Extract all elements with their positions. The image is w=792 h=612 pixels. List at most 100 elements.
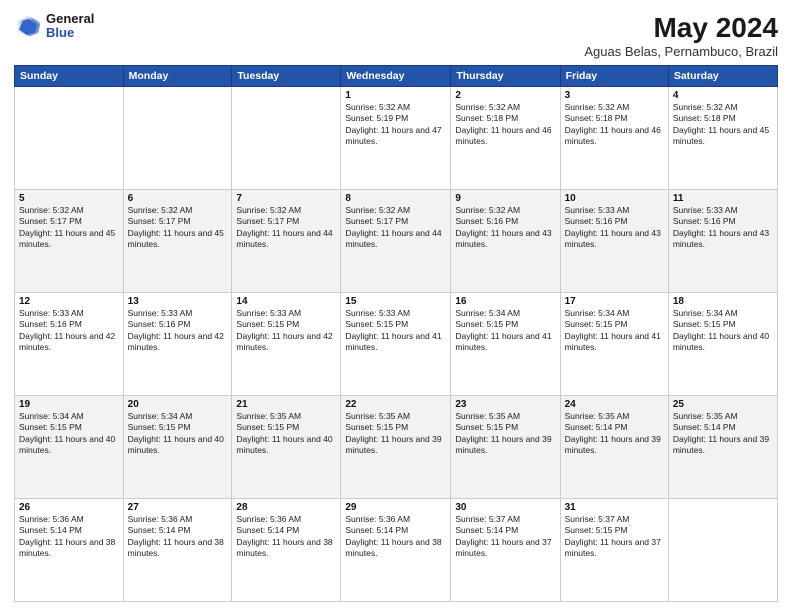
day-number: 30 (455, 502, 555, 513)
day-number: 8 (345, 193, 446, 204)
day-number: 19 (19, 399, 119, 410)
calendar-cell: 19Sunrise: 5:34 AM Sunset: 5:15 PM Dayli… (15, 396, 124, 499)
day-number: 26 (19, 502, 119, 513)
day-number: 10 (565, 193, 664, 204)
day-detail: Sunrise: 5:33 AM Sunset: 5:16 PM Dayligh… (565, 205, 664, 251)
day-number: 15 (345, 296, 446, 307)
day-detail: Sunrise: 5:33 AM Sunset: 5:16 PM Dayligh… (673, 205, 773, 251)
header-row: SundayMondayTuesdayWednesdayThursdayFrid… (15, 66, 778, 87)
calendar-cell: 25Sunrise: 5:35 AM Sunset: 5:14 PM Dayli… (668, 396, 777, 499)
day-number: 9 (455, 193, 555, 204)
day-header: Sunday (15, 66, 124, 87)
calendar-cell: 22Sunrise: 5:35 AM Sunset: 5:15 PM Dayli… (341, 396, 451, 499)
calendar-cell: 26Sunrise: 5:36 AM Sunset: 5:14 PM Dayli… (15, 499, 124, 602)
day-number: 27 (128, 502, 228, 513)
day-detail: Sunrise: 5:32 AM Sunset: 5:17 PM Dayligh… (19, 205, 119, 251)
calendar-week: 19Sunrise: 5:34 AM Sunset: 5:15 PM Dayli… (15, 396, 778, 499)
calendar-week: 12Sunrise: 5:33 AM Sunset: 5:16 PM Dayli… (15, 293, 778, 396)
logo-icon (14, 12, 42, 40)
day-header: Monday (123, 66, 232, 87)
day-header: Thursday (451, 66, 560, 87)
day-detail: Sunrise: 5:34 AM Sunset: 5:15 PM Dayligh… (128, 411, 228, 457)
calendar-cell: 6Sunrise: 5:32 AM Sunset: 5:17 PM Daylig… (123, 190, 232, 293)
calendar-cell: 7Sunrise: 5:32 AM Sunset: 5:17 PM Daylig… (232, 190, 341, 293)
day-detail: Sunrise: 5:36 AM Sunset: 5:14 PM Dayligh… (19, 514, 119, 560)
calendar-cell: 13Sunrise: 5:33 AM Sunset: 5:16 PM Dayli… (123, 293, 232, 396)
day-detail: Sunrise: 5:36 AM Sunset: 5:14 PM Dayligh… (345, 514, 446, 560)
calendar-cell: 2Sunrise: 5:32 AM Sunset: 5:18 PM Daylig… (451, 87, 560, 190)
day-number: 13 (128, 296, 228, 307)
day-detail: Sunrise: 5:36 AM Sunset: 5:14 PM Dayligh… (236, 514, 336, 560)
calendar-cell: 16Sunrise: 5:34 AM Sunset: 5:15 PM Dayli… (451, 293, 560, 396)
day-number: 2 (455, 90, 555, 101)
calendar-cell: 3Sunrise: 5:32 AM Sunset: 5:18 PM Daylig… (560, 87, 668, 190)
day-header: Tuesday (232, 66, 341, 87)
day-header: Wednesday (341, 66, 451, 87)
calendar-cell: 11Sunrise: 5:33 AM Sunset: 5:16 PM Dayli… (668, 190, 777, 293)
day-number: 6 (128, 193, 228, 204)
calendar-cell: 17Sunrise: 5:34 AM Sunset: 5:15 PM Dayli… (560, 293, 668, 396)
calendar-cell: 30Sunrise: 5:37 AM Sunset: 5:14 PM Dayli… (451, 499, 560, 602)
calendar-week: 5Sunrise: 5:32 AM Sunset: 5:17 PM Daylig… (15, 190, 778, 293)
calendar-cell: 29Sunrise: 5:36 AM Sunset: 5:14 PM Dayli… (341, 499, 451, 602)
day-number: 11 (673, 193, 773, 204)
day-number: 1 (345, 90, 446, 101)
day-detail: Sunrise: 5:35 AM Sunset: 5:15 PM Dayligh… (455, 411, 555, 457)
calendar-cell: 31Sunrise: 5:37 AM Sunset: 5:15 PM Dayli… (560, 499, 668, 602)
day-detail: Sunrise: 5:32 AM Sunset: 5:18 PM Dayligh… (565, 102, 664, 148)
day-number: 23 (455, 399, 555, 410)
day-number: 29 (345, 502, 446, 513)
calendar-cell (15, 87, 124, 190)
day-detail: Sunrise: 5:35 AM Sunset: 5:14 PM Dayligh… (673, 411, 773, 457)
logo-blue: Blue (46, 26, 94, 40)
calendar-cell: 27Sunrise: 5:36 AM Sunset: 5:14 PM Dayli… (123, 499, 232, 602)
day-detail: Sunrise: 5:32 AM Sunset: 5:19 PM Dayligh… (345, 102, 446, 148)
calendar-cell: 9Sunrise: 5:32 AM Sunset: 5:16 PM Daylig… (451, 190, 560, 293)
day-detail: Sunrise: 5:34 AM Sunset: 5:15 PM Dayligh… (455, 308, 555, 354)
day-number: 16 (455, 296, 555, 307)
calendar-table: SundayMondayTuesdayWednesdayThursdayFrid… (14, 65, 778, 602)
day-header: Saturday (668, 66, 777, 87)
calendar-cell: 28Sunrise: 5:36 AM Sunset: 5:14 PM Dayli… (232, 499, 341, 602)
calendar-cell: 14Sunrise: 5:33 AM Sunset: 5:15 PM Dayli… (232, 293, 341, 396)
calendar-cell (668, 499, 777, 602)
subtitle: Aguas Belas, Pernambuco, Brazil (584, 44, 778, 59)
calendar-cell (123, 87, 232, 190)
calendar-cell: 5Sunrise: 5:32 AM Sunset: 5:17 PM Daylig… (15, 190, 124, 293)
main-title: May 2024 (584, 12, 778, 44)
day-detail: Sunrise: 5:34 AM Sunset: 5:15 PM Dayligh… (19, 411, 119, 457)
day-number: 20 (128, 399, 228, 410)
day-number: 25 (673, 399, 773, 410)
day-detail: Sunrise: 5:32 AM Sunset: 5:17 PM Dayligh… (128, 205, 228, 251)
calendar-week: 1Sunrise: 5:32 AM Sunset: 5:19 PM Daylig… (15, 87, 778, 190)
day-detail: Sunrise: 5:35 AM Sunset: 5:15 PM Dayligh… (345, 411, 446, 457)
day-detail: Sunrise: 5:32 AM Sunset: 5:16 PM Dayligh… (455, 205, 555, 251)
calendar-cell: 24Sunrise: 5:35 AM Sunset: 5:14 PM Dayli… (560, 396, 668, 499)
day-number: 28 (236, 502, 336, 513)
day-detail: Sunrise: 5:32 AM Sunset: 5:17 PM Dayligh… (236, 205, 336, 251)
header: General Blue May 2024 Aguas Belas, Perna… (14, 12, 778, 59)
day-number: 31 (565, 502, 664, 513)
day-detail: Sunrise: 5:32 AM Sunset: 5:17 PM Dayligh… (345, 205, 446, 251)
logo-general: General (46, 12, 94, 26)
day-detail: Sunrise: 5:33 AM Sunset: 5:15 PM Dayligh… (345, 308, 446, 354)
day-detail: Sunrise: 5:37 AM Sunset: 5:14 PM Dayligh… (455, 514, 555, 560)
title-block: May 2024 Aguas Belas, Pernambuco, Brazil (584, 12, 778, 59)
day-number: 7 (236, 193, 336, 204)
day-number: 4 (673, 90, 773, 101)
day-detail: Sunrise: 5:34 AM Sunset: 5:15 PM Dayligh… (565, 308, 664, 354)
calendar-cell: 12Sunrise: 5:33 AM Sunset: 5:16 PM Dayli… (15, 293, 124, 396)
day-number: 5 (19, 193, 119, 204)
calendar-cell: 18Sunrise: 5:34 AM Sunset: 5:15 PM Dayli… (668, 293, 777, 396)
logo-text: General Blue (46, 12, 94, 41)
page: General Blue May 2024 Aguas Belas, Perna… (0, 0, 792, 612)
day-number: 12 (19, 296, 119, 307)
calendar-cell: 23Sunrise: 5:35 AM Sunset: 5:15 PM Dayli… (451, 396, 560, 499)
day-detail: Sunrise: 5:34 AM Sunset: 5:15 PM Dayligh… (673, 308, 773, 354)
day-number: 24 (565, 399, 664, 410)
day-detail: Sunrise: 5:32 AM Sunset: 5:18 PM Dayligh… (673, 102, 773, 148)
day-detail: Sunrise: 5:33 AM Sunset: 5:16 PM Dayligh… (19, 308, 119, 354)
day-number: 22 (345, 399, 446, 410)
calendar-cell: 10Sunrise: 5:33 AM Sunset: 5:16 PM Dayli… (560, 190, 668, 293)
day-header: Friday (560, 66, 668, 87)
